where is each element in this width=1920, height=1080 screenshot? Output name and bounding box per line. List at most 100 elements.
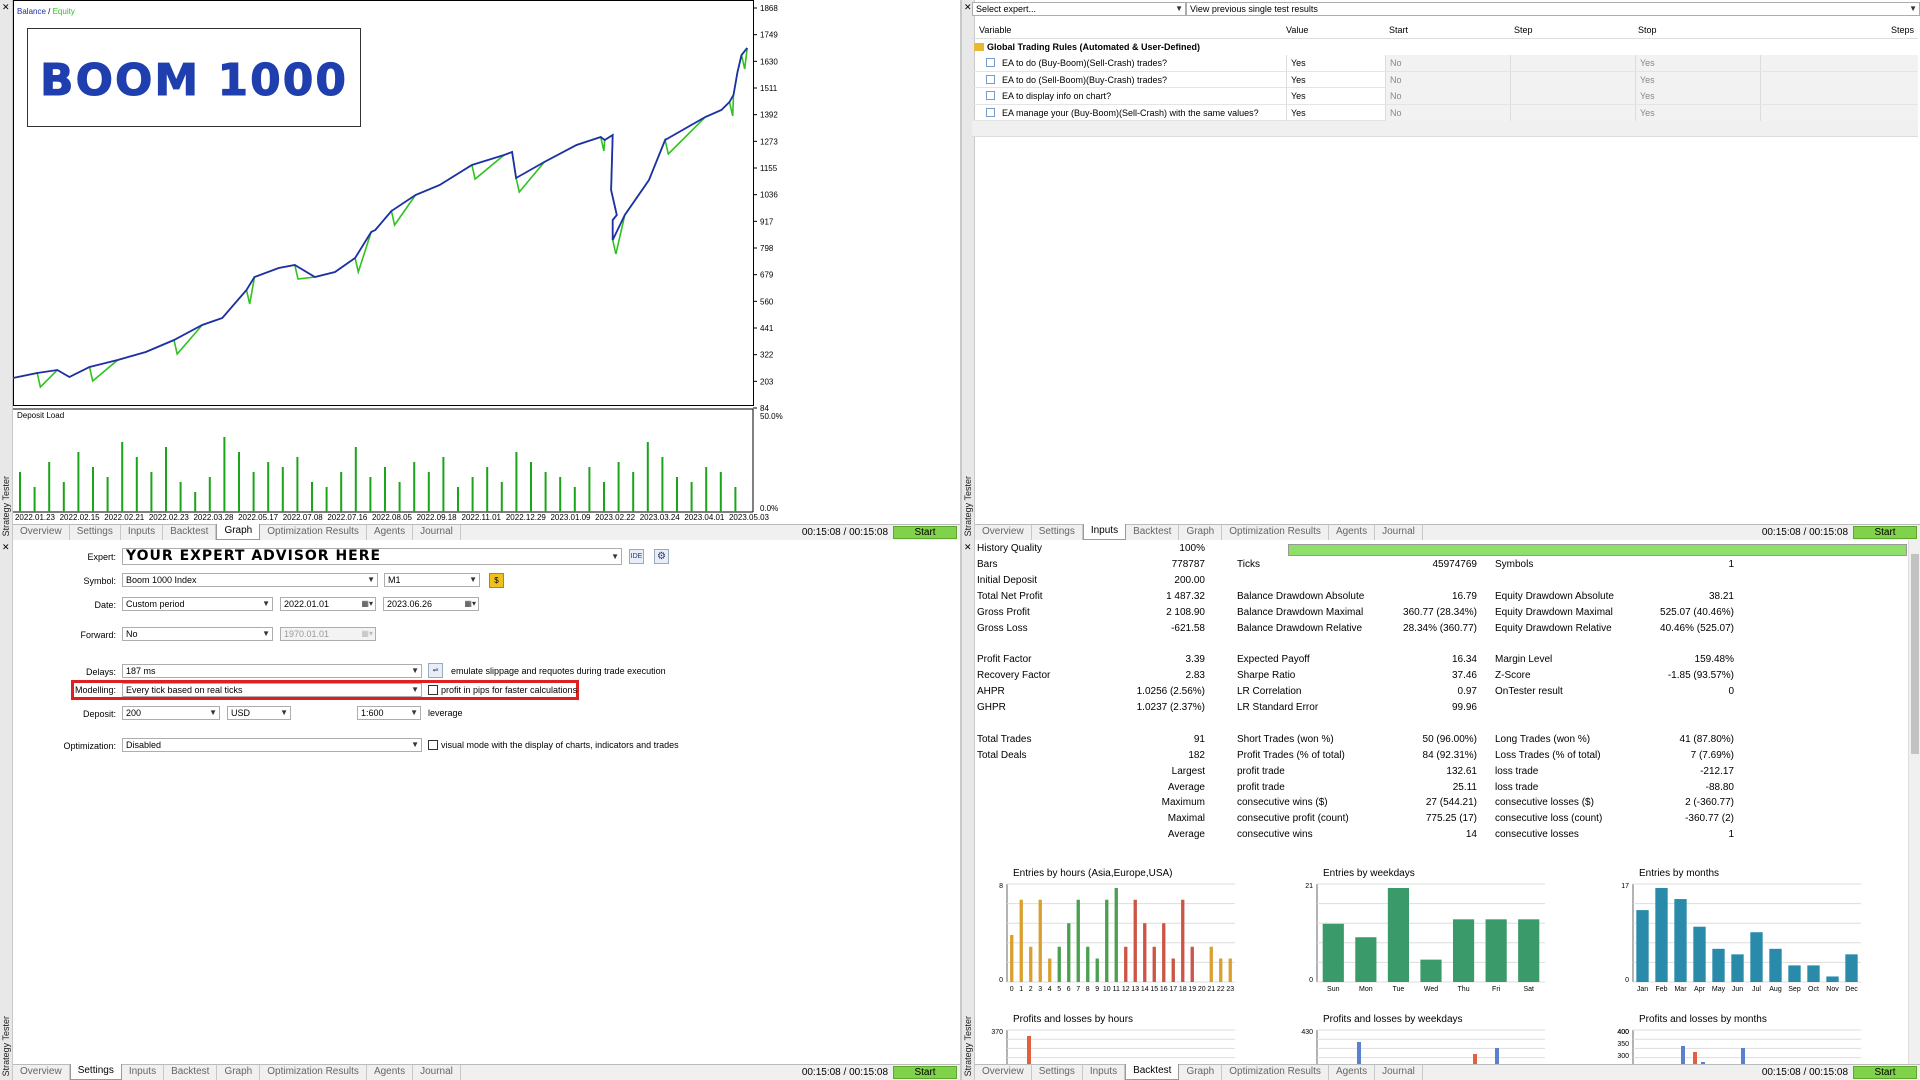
timeframe-select[interactable]: M1 ▼: [384, 573, 480, 587]
close-icon[interactable]: ✕: [2, 543, 10, 552]
input-row[interactable]: EA to display info on chart? Yes No Yes: [972, 88, 1918, 105]
input-row[interactable]: EA to do (Buy-Boom)(Sell-Crash) trades? Y…: [972, 55, 1918, 72]
tab-inputs[interactable]: Inputs: [1082, 524, 1127, 540]
gear-icon[interactable]: ⚙: [654, 549, 669, 564]
tab-agents[interactable]: Agents: [367, 1065, 414, 1080]
tab-optimization-results[interactable]: Optimization Results: [1222, 1065, 1329, 1080]
close-icon[interactable]: ✕: [2, 3, 10, 12]
input-checkbox[interactable]: [986, 107, 995, 117]
input-step[interactable]: [1510, 88, 1635, 104]
pips-checkbox[interactable]: [428, 685, 438, 695]
tab-backtest[interactable]: Backtest: [164, 1065, 218, 1080]
input-start[interactable]: No: [1385, 88, 1510, 104]
symbol-properties-icon[interactable]: $: [489, 573, 504, 588]
input-row[interactable]: EA manage your (Buy-Boom)(Sell-Crash) wi…: [972, 104, 1918, 121]
tab-inputs[interactable]: Inputs: [1083, 1065, 1126, 1080]
select-expert-dropdown[interactable]: Select expert... ▼: [972, 2, 1186, 16]
tab-journal[interactable]: Journal: [1375, 525, 1423, 540]
tab-backtest[interactable]: Backtest: [163, 525, 217, 540]
currency-select[interactable]: USD ▼: [227, 706, 291, 720]
delays-select[interactable]: 187 ms ▼: [122, 664, 422, 678]
date-mode-select[interactable]: Custom period ▼: [122, 597, 273, 611]
tab-settings[interactable]: Settings: [69, 1064, 122, 1080]
calendar-icon[interactable]: ▦▾: [361, 598, 373, 610]
input-steps[interactable]: [1760, 71, 1918, 88]
input-steps[interactable]: [1760, 104, 1918, 121]
tab-overview[interactable]: Overview: [975, 1065, 1032, 1080]
tab-optimization-results[interactable]: Optimization Results: [260, 1065, 367, 1080]
input-value[interactable]: Yes: [1286, 71, 1306, 88]
leverage-select[interactable]: 1:600 ▼: [357, 706, 421, 720]
input-start[interactable]: No: [1385, 104, 1510, 121]
start-button[interactable]: Start: [1853, 526, 1917, 539]
input-start[interactable]: No: [1385, 71, 1510, 88]
header-value[interactable]: Value: [1286, 22, 1308, 39]
calendar-icon[interactable]: ▦▾: [464, 598, 476, 610]
tab-settings[interactable]: Settings: [1032, 525, 1083, 540]
tab-backtest[interactable]: Backtest: [1125, 1064, 1180, 1080]
visual-mode-checkbox[interactable]: [428, 740, 438, 750]
start-button[interactable]: Start: [893, 526, 957, 539]
input-group-row[interactable]: Global Trading Rules (Automated & User-D…: [972, 39, 1918, 55]
tab-backtest[interactable]: Backtest: [1126, 525, 1180, 540]
tab-settings[interactable]: Settings: [70, 525, 121, 540]
ide-icon[interactable]: IDE: [629, 549, 644, 564]
input-stop[interactable]: Yes: [1635, 55, 1760, 71]
tab-graph[interactable]: Graph: [1179, 525, 1223, 540]
input-stop[interactable]: Yes: [1635, 104, 1760, 121]
input-step[interactable]: [1510, 55, 1635, 71]
symbol-value: Boom 1000 Index: [126, 575, 197, 585]
input-step[interactable]: [1510, 71, 1635, 88]
input-checkbox[interactable]: [986, 74, 995, 84]
input-steps[interactable]: [1760, 55, 1918, 71]
input-value[interactable]: Yes: [1286, 88, 1306, 104]
expert-select[interactable]: YOUR EXPERT ADVISOR HERE ▼: [122, 548, 622, 565]
date-to-input[interactable]: 2023.06.26 ▦▾: [383, 597, 479, 611]
header-steps[interactable]: Steps: [1891, 22, 1914, 39]
input-step[interactable]: [1510, 104, 1635, 121]
header-variable[interactable]: Variable: [979, 22, 1011, 39]
tab-journal[interactable]: Journal: [1375, 1065, 1423, 1080]
input-stop[interactable]: Yes: [1635, 71, 1760, 88]
view-previous-dropdown[interactable]: View previous single test results ▼: [1186, 2, 1920, 16]
tab-settings[interactable]: Settings: [1032, 1065, 1083, 1080]
tab-journal[interactable]: Journal: [413, 525, 461, 540]
tab-optimization-results[interactable]: Optimization Results: [260, 525, 367, 540]
symbol-select[interactable]: Boom 1000 Index ▼: [122, 573, 378, 587]
tab-agents[interactable]: Agents: [367, 525, 414, 540]
tab-overview[interactable]: Overview: [975, 525, 1032, 540]
input-value[interactable]: Yes: [1286, 55, 1306, 71]
input-start[interactable]: No: [1385, 55, 1510, 71]
header-stop[interactable]: Stop: [1638, 22, 1657, 39]
input-stop[interactable]: Yes: [1635, 88, 1760, 104]
start-button[interactable]: Start: [893, 1066, 957, 1079]
header-step[interactable]: Step: [1514, 22, 1533, 39]
tab-journal[interactable]: Journal: [413, 1065, 461, 1080]
scrollbar-thumb[interactable]: [1911, 554, 1919, 754]
input-value[interactable]: Yes: [1286, 104, 1306, 121]
deposit-select[interactable]: 200 ▼: [122, 706, 220, 720]
tab-graph[interactable]: Graph: [1179, 1065, 1223, 1080]
forward-select[interactable]: No ▼: [122, 627, 273, 641]
tab-overview[interactable]: Overview: [13, 1065, 70, 1080]
close-icon[interactable]: ✕: [964, 543, 972, 552]
start-button[interactable]: Start: [1853, 1066, 1917, 1079]
tab-overview[interactable]: Overview: [13, 525, 70, 540]
input-steps[interactable]: [1760, 88, 1918, 104]
tab-inputs[interactable]: Inputs: [122, 1065, 165, 1080]
optimization-select[interactable]: Disabled ▼: [122, 738, 422, 752]
delay-settings-icon[interactable]: ⇌: [428, 663, 443, 678]
header-start[interactable]: Start: [1389, 22, 1408, 39]
close-icon[interactable]: ✕: [964, 3, 972, 12]
modelling-select[interactable]: Every tick based on real ticks ▼: [122, 683, 422, 697]
input-checkbox[interactable]: [986, 91, 995, 100]
date-from-input[interactable]: 2022.01.01 ▦▾: [280, 597, 376, 611]
tab-graph[interactable]: Graph: [217, 1065, 261, 1080]
tab-optimization-results[interactable]: Optimization Results: [1222, 525, 1329, 540]
tab-graph[interactable]: Graph: [216, 524, 261, 540]
input-checkbox[interactable]: [986, 58, 995, 67]
tab-agents[interactable]: Agents: [1329, 1065, 1376, 1080]
tab-agents[interactable]: Agents: [1329, 525, 1376, 540]
input-row[interactable]: EA to do (Sell-Boom)(Buy-Crash) trades? Y…: [972, 71, 1918, 88]
tab-inputs[interactable]: Inputs: [121, 525, 164, 540]
